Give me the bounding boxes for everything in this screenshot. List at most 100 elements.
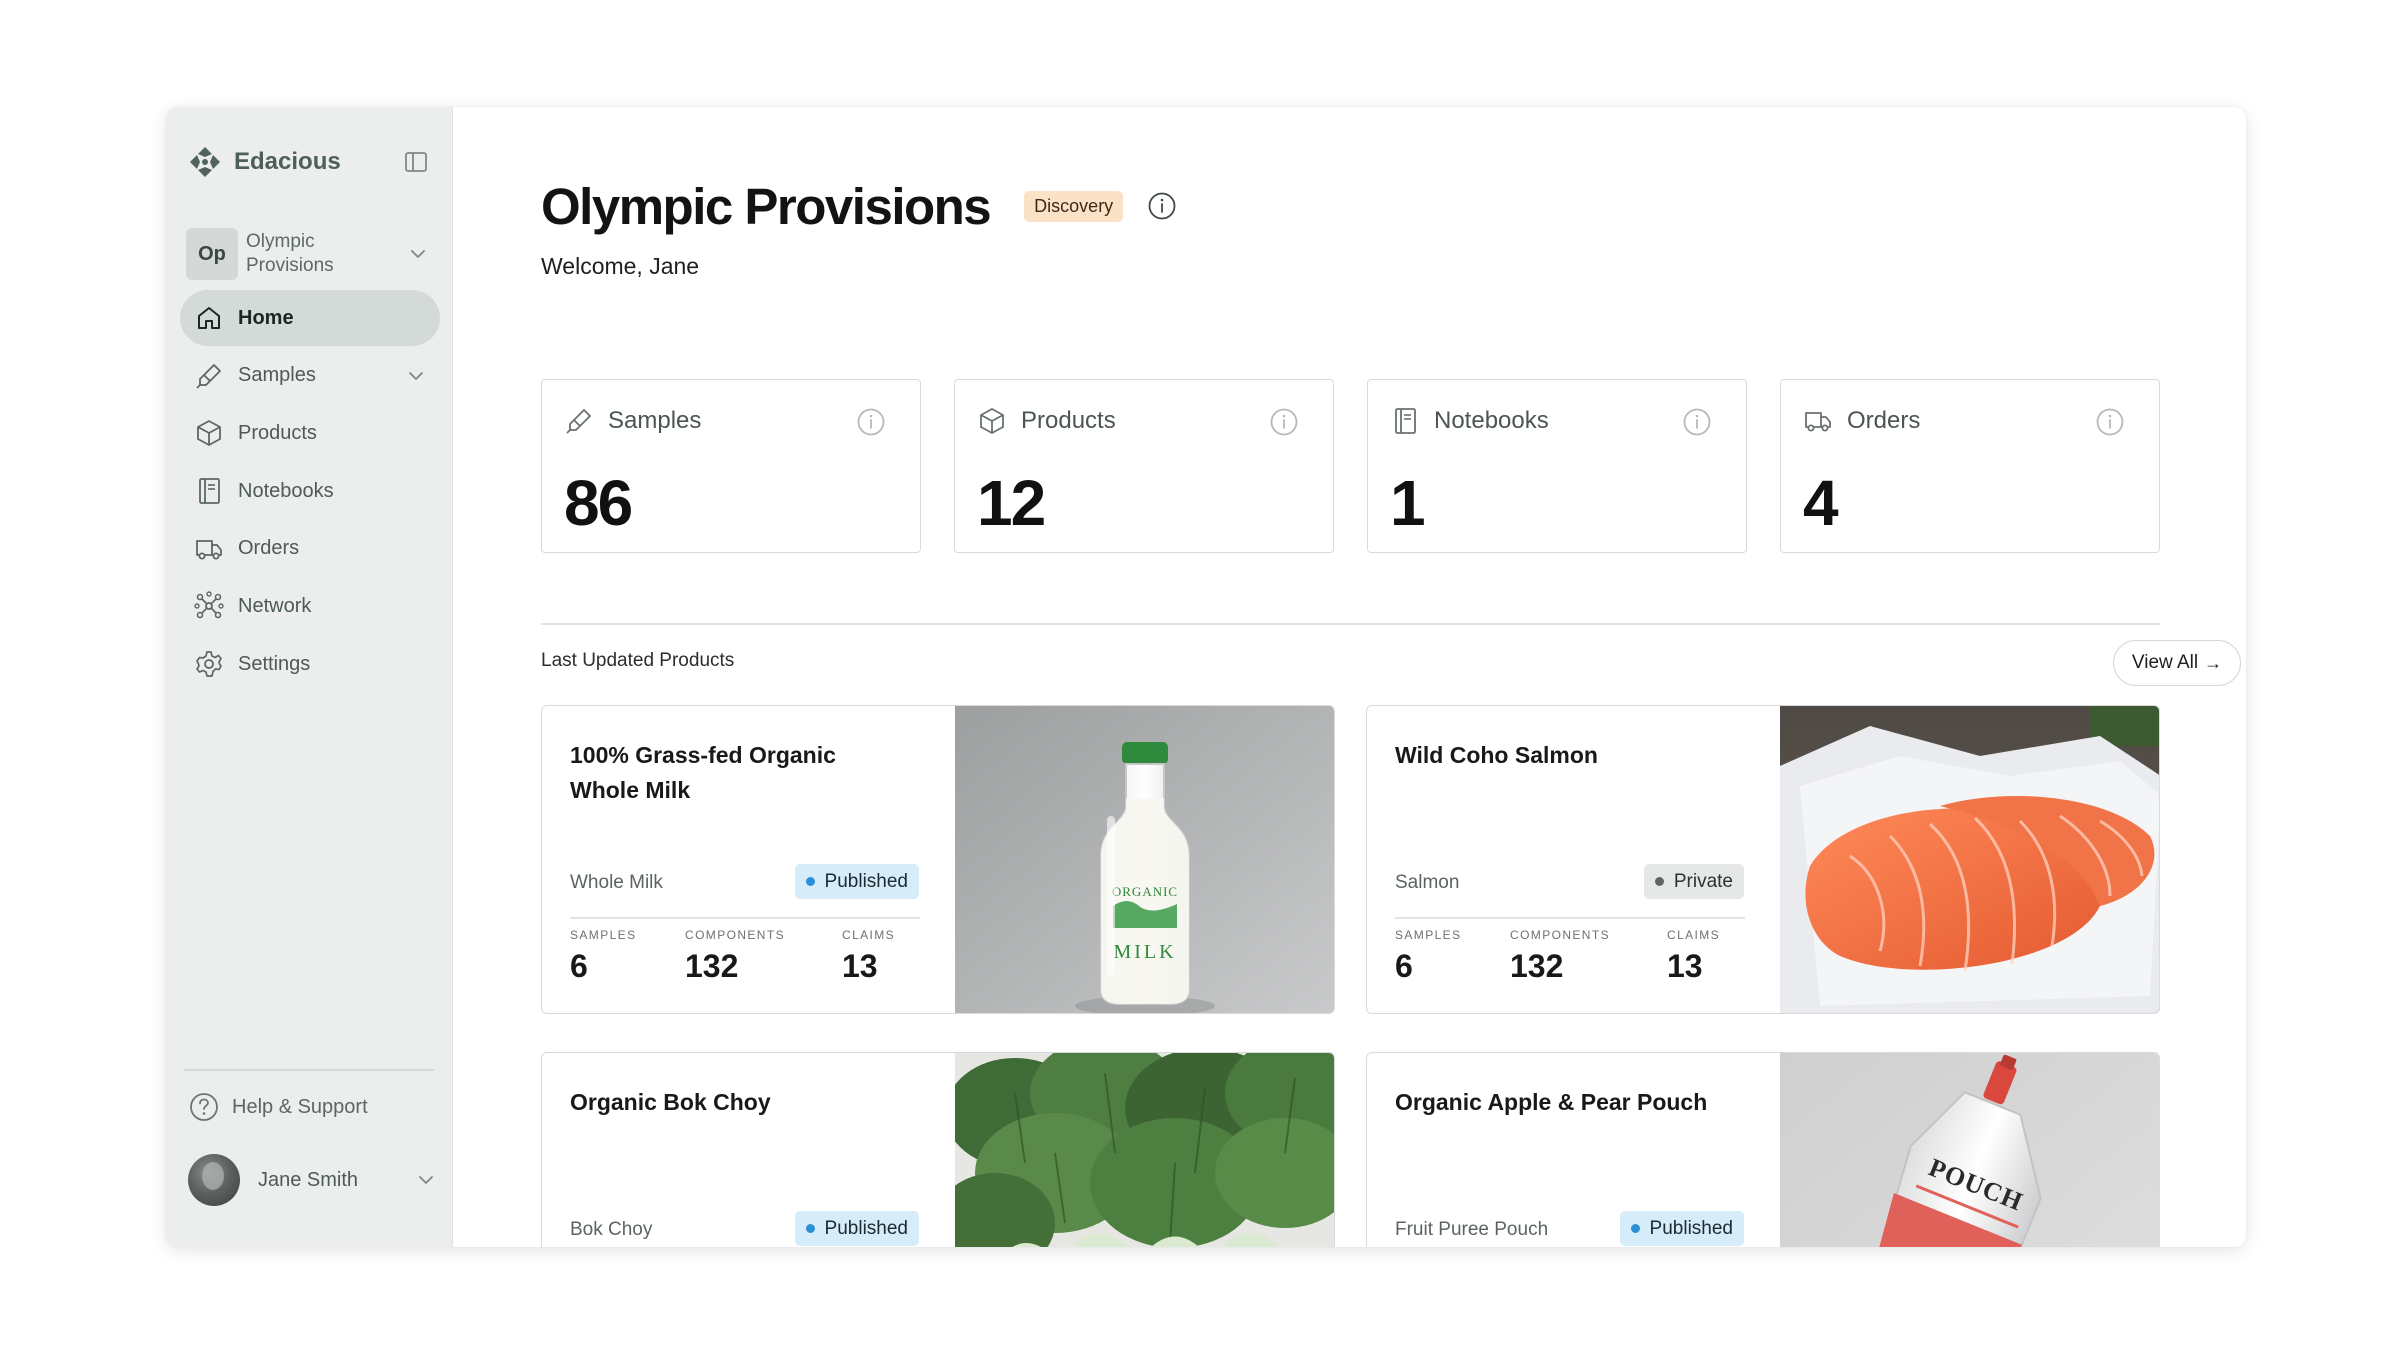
metric-label: COMPONENTS (685, 928, 786, 942)
orders-icon (1805, 412, 1831, 432)
help-label: Help & Support (232, 1095, 368, 1118)
product-card[interactable]: 100% Grass-fed Organic Whole Milk Whole … (541, 705, 1335, 1014)
title-row: Olympic Provisions Discovery (541, 171, 1177, 241)
chevron-down-icon[interactable] (406, 366, 426, 386)
metric-value: 132 (685, 948, 739, 984)
metric-label: SAMPLES (570, 928, 637, 942)
help-support-link[interactable]: Help & Support (188, 1087, 368, 1127)
stat-value: 12 (977, 467, 1046, 539)
home-icon (198, 307, 220, 329)
metric-value: 6 (570, 948, 588, 984)
info-icon[interactable] (856, 407, 886, 437)
info-icon[interactable] (1682, 407, 1712, 437)
orders-icon (196, 539, 222, 560)
info-icon[interactable] (1269, 407, 1299, 437)
metric-components: COMPONENTS 132 (685, 928, 785, 985)
chevron-down-icon (419, 1176, 433, 1184)
stat-card-orders[interactable]: Orders 4 (1780, 379, 2160, 553)
stat-label: Products (1021, 407, 1116, 434)
sidebar-item-label: Samples (238, 364, 316, 387)
status-dot (1630, 1224, 1640, 1233)
stat-label: Samples (608, 407, 702, 434)
samples-icon (196, 363, 221, 389)
sidebar-item-samples[interactable]: Samples (180, 348, 440, 404)
sidebar-nav: Home Samples Products Notebooks Orders N… (180, 290, 440, 694)
view-all-button[interactable]: View All → (2113, 640, 2241, 686)
product-title: Organic Apple & Pear Pouch (1395, 1089, 1708, 1115)
metric-claims: CLAIMS 13 (842, 928, 895, 985)
sidebar-item-home[interactable]: Home (180, 290, 440, 346)
brand[interactable]: Edacious (188, 145, 341, 179)
sidebar-item-settings[interactable]: Settings (180, 636, 440, 692)
stat-card-samples[interactable]: Samples 86 (541, 379, 921, 553)
product-card[interactable]: Organic Bok Choy Bok Choy Published (541, 1052, 1335, 1247)
status-label: Published (1649, 1217, 1733, 1239)
metric-value: 13 (1667, 948, 1703, 984)
sidebar: Edacious Op Olympic Provisions Home Samp… (166, 107, 453, 1247)
stat-card-notebooks[interactable]: Notebooks 1 (1367, 379, 1747, 553)
page-title: Olympic Provisions (541, 177, 992, 235)
product-card[interactable]: Organic Apple & Pear Pouch Fruit Puree P… (1366, 1052, 2160, 1247)
main-content: Olympic Provisions Discovery Welcome, Ja… (453, 107, 2246, 1247)
view-all-label: View All (2131, 652, 2199, 673)
salmon-illustration (1780, 706, 2159, 1013)
samples-icon (566, 409, 591, 434)
product-title: Wild Coho Salmon (1395, 742, 1598, 768)
sidebar-item-products[interactable]: Products (180, 405, 440, 461)
sidebar-item-label: Orders (238, 537, 300, 560)
sidebar-item-notebooks[interactable]: Notebooks (180, 463, 440, 519)
metric-samples: SAMPLES 6 (570, 928, 637, 985)
section-title: Last Updated Products (541, 650, 735, 671)
milk-bottle-illustration: ORGANIC MILK (955, 706, 1334, 1013)
sidebar-item-label: Settings (238, 652, 311, 675)
notebooks-icon (199, 478, 220, 504)
stat-value: 1 (1390, 467, 1426, 539)
product-title: 100% Grass-fed Organic Whole Milk (570, 742, 836, 803)
status-label: Published (824, 870, 908, 892)
product-category: Salmon (1395, 872, 1460, 893)
card-divider (1395, 917, 1745, 919)
app-window: Edacious Op Olympic Provisions Home Samp… (166, 107, 2246, 1247)
status-dot (805, 877, 815, 886)
info-icon[interactable] (1147, 191, 1177, 221)
metric-value: 13 (842, 948, 878, 984)
sidebar-item-label: Network (238, 594, 312, 617)
info-icon[interactable] (2095, 407, 2125, 437)
status-badge: Published (1619, 1211, 1744, 1246)
org-switcher[interactable]: Op Olympic Provisions (186, 222, 432, 286)
user-menu[interactable]: Jane Smith (188, 1152, 436, 1208)
metric-value: 6 (1395, 948, 1413, 984)
status-badge: Published (794, 864, 919, 899)
stats-row: Samples 86 Products 12 Notebooks 1 Order… (541, 379, 2160, 553)
bok-choy-illustration (955, 1053, 1334, 1247)
chevron-down-icon (411, 250, 425, 258)
product-category: Bok Choy (570, 1219, 653, 1240)
status-dot (805, 1224, 815, 1233)
product-image-bok-choy (955, 1053, 1334, 1247)
products-icon (197, 420, 221, 447)
status-label: Private (1673, 870, 1733, 892)
status-badge: Published (794, 1211, 919, 1246)
metric-label: SAMPLES (1395, 928, 1462, 942)
notebooks-icon (1395, 408, 1416, 434)
stat-card-products[interactable]: Products 12 (954, 379, 1334, 553)
sidebar-item-orders[interactable]: Orders (180, 521, 440, 577)
user-name: Jane Smith (258, 1168, 359, 1191)
metric-label: COMPONENTS (1510, 928, 1611, 942)
settings-icon (196, 651, 222, 677)
metric-claims: CLAIMS 13 (1667, 928, 1720, 985)
sidebar-toggle-icon[interactable] (403, 149, 429, 175)
sidebar-divider (184, 1069, 434, 1071)
metric-value: 132 (1510, 948, 1564, 984)
metric-label: CLAIMS (1667, 928, 1721, 942)
product-category: Whole Milk (570, 872, 663, 893)
sidebar-item-network[interactable]: Network (180, 578, 440, 634)
stat-value: 4 (1803, 467, 1839, 539)
sidebar-item-label: Notebooks (238, 479, 334, 502)
product-card[interactable]: Wild Coho Salmon Salmon Private SAMPLES … (1366, 705, 2160, 1014)
card-divider (570, 917, 920, 919)
bottle-label-top: ORGANIC (1112, 884, 1178, 899)
arrow-right-icon: → (2204, 652, 2223, 673)
product-image-milk: ORGANIC MILK (955, 706, 1334, 1013)
stat-value: 86 (564, 467, 633, 539)
